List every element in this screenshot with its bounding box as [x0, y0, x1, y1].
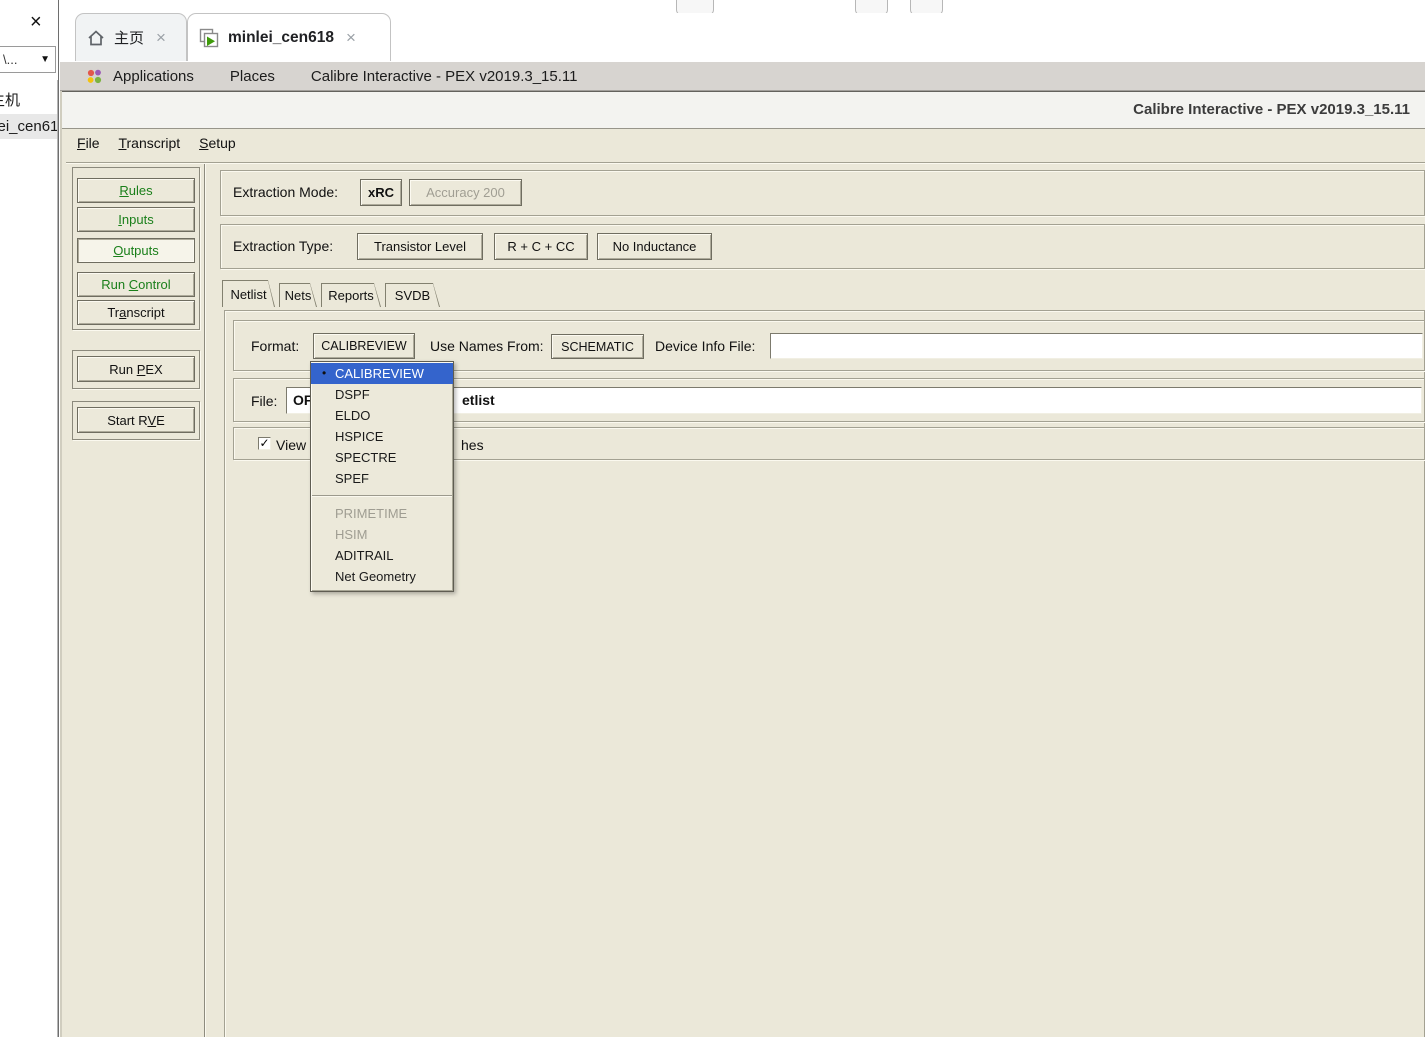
view-label-fragment-start: View	[276, 437, 306, 453]
extraction-type-label: Extraction Type:	[233, 238, 333, 254]
rules-button[interactable]: Rules	[77, 178, 195, 203]
format-label: Format:	[251, 338, 299, 354]
view-label-fragment-end: hes	[461, 437, 484, 453]
inputs-button[interactable]: Inputs	[77, 207, 195, 232]
desktop-menubar: Applications Places Calibre Interactive …	[60, 62, 1425, 91]
accuracy-button: Accuracy 200	[409, 179, 522, 206]
tab-nets[interactable]: Nets	[279, 283, 317, 307]
browser-tabbar: 主页 × minlei_cen618 ×	[60, 13, 1425, 62]
extraction-mode-xrc-button[interactable]: xRC	[360, 179, 402, 206]
applications-logo-icon	[86, 68, 103, 85]
menu-transcript[interactable]: Transcript	[118, 135, 180, 151]
menu-applications[interactable]: Applications	[113, 68, 194, 85]
session-icon	[198, 27, 220, 49]
menu-item-spectre[interactable]: SPECTRE	[311, 447, 453, 468]
no-inductance-button[interactable]: No Inductance	[597, 233, 712, 260]
menu-item-primetime: PRIMETIME	[311, 503, 453, 524]
file-label: File:	[251, 393, 277, 409]
tab-svdb[interactable]: SVDB	[385, 283, 440, 307]
transistor-level-button[interactable]: Transistor Level	[357, 233, 483, 260]
start-rve-button[interactable]: Start RVE	[77, 407, 195, 433]
format-dropdown-menu: • CALIBREVIEW DSPF ELDO HSPICE SPECTRE S…	[310, 361, 454, 592]
file-value-fragment-end: etlist	[462, 392, 495, 408]
combobox-value: \...	[3, 52, 17, 67]
sidebar-separator	[204, 164, 206, 1037]
selected-bullet-icon: •	[322, 363, 326, 384]
extraction-mode-label: Extraction Mode:	[233, 184, 338, 200]
device-info-file-input[interactable]	[770, 333, 1423, 359]
format-dropdown-button[interactable]: CALIBREVIEW	[313, 333, 415, 359]
device-info-label: Device Info File:	[655, 338, 755, 354]
menu-item-eldo[interactable]: ELDO	[311, 405, 453, 426]
menu-places[interactable]: Places	[230, 68, 275, 85]
menubar-separator	[66, 162, 1425, 164]
home-icon	[86, 28, 106, 48]
menu-item-hspice[interactable]: HSPICE	[311, 426, 453, 447]
menu-item-net-geometry[interactable]: Net Geometry	[311, 566, 453, 587]
tab-session-label: minlei_cen618	[228, 29, 334, 47]
checkmark-icon: ✓	[259, 437, 269, 449]
menu-file[interactable]: File	[77, 135, 100, 151]
host-filter-combobox[interactable]: \... ▼	[0, 46, 56, 73]
app-menubar: File Transcript Setup	[77, 135, 251, 159]
menu-item-spef[interactable]: SPEF	[311, 468, 453, 489]
run-pex-button[interactable]: Run PEX	[77, 356, 195, 382]
tab-netlist[interactable]: Netlist	[222, 280, 275, 307]
view-netlist-checkbox[interactable]: ✓	[258, 437, 271, 450]
menu-separator	[312, 495, 452, 497]
tab-home-label: 主页	[114, 27, 144, 48]
tab-reports[interactable]: Reports	[321, 283, 381, 307]
tab-session-close-icon[interactable]: ×	[346, 29, 356, 46]
screen: 主页 × minlei_cen618 × Applica	[0, 0, 1425, 1037]
menu-item-dspf[interactable]: DSPF	[311, 384, 453, 405]
panel-close-icon[interactable]: ×	[30, 12, 42, 32]
menu-item-aditrail[interactable]: ADITRAIL	[311, 545, 453, 566]
outputs-button[interactable]: Outputs	[77, 238, 195, 263]
menu-item-calibreview[interactable]: • CALIBREVIEW	[311, 363, 453, 384]
run-control-button[interactable]: Run Control	[77, 272, 195, 297]
file-input[interactable]: OF etlist	[286, 387, 1422, 414]
host-panel-strip: × \... ▼ 主机 minlei_cen618	[0, 0, 59, 1037]
caret-down-icon: ▼	[40, 54, 50, 65]
host-list: 主机 minlei_cen618	[0, 80, 58, 1037]
rcc-button[interactable]: R + C + CC	[494, 233, 588, 260]
menu-active-app[interactable]: Calibre Interactive - PEX v2019.3_15.11	[311, 68, 578, 85]
use-names-label: Use Names From:	[430, 338, 544, 354]
transcript-button[interactable]: Transcript	[77, 300, 195, 325]
tab-home-close-icon[interactable]: ×	[156, 29, 166, 46]
window-titlebar: Calibre Interactive - PEX v2019.3_15.11	[62, 91, 1425, 129]
menu-item-hsim: HSIM	[311, 524, 453, 545]
list-item-host[interactable]: 主机	[0, 88, 57, 113]
tab-home[interactable]: 主页 ×	[75, 13, 187, 61]
use-names-dropdown-button[interactable]: SCHEMATIC	[551, 334, 644, 359]
calibre-window: Calibre Interactive - PEX v2019.3_15.11 …	[60, 91, 1425, 1037]
tab-session[interactable]: minlei_cen618 ×	[187, 13, 391, 61]
menu-setup[interactable]: Setup	[199, 135, 236, 151]
list-item-session[interactable]: minlei_cen618	[0, 114, 57, 139]
